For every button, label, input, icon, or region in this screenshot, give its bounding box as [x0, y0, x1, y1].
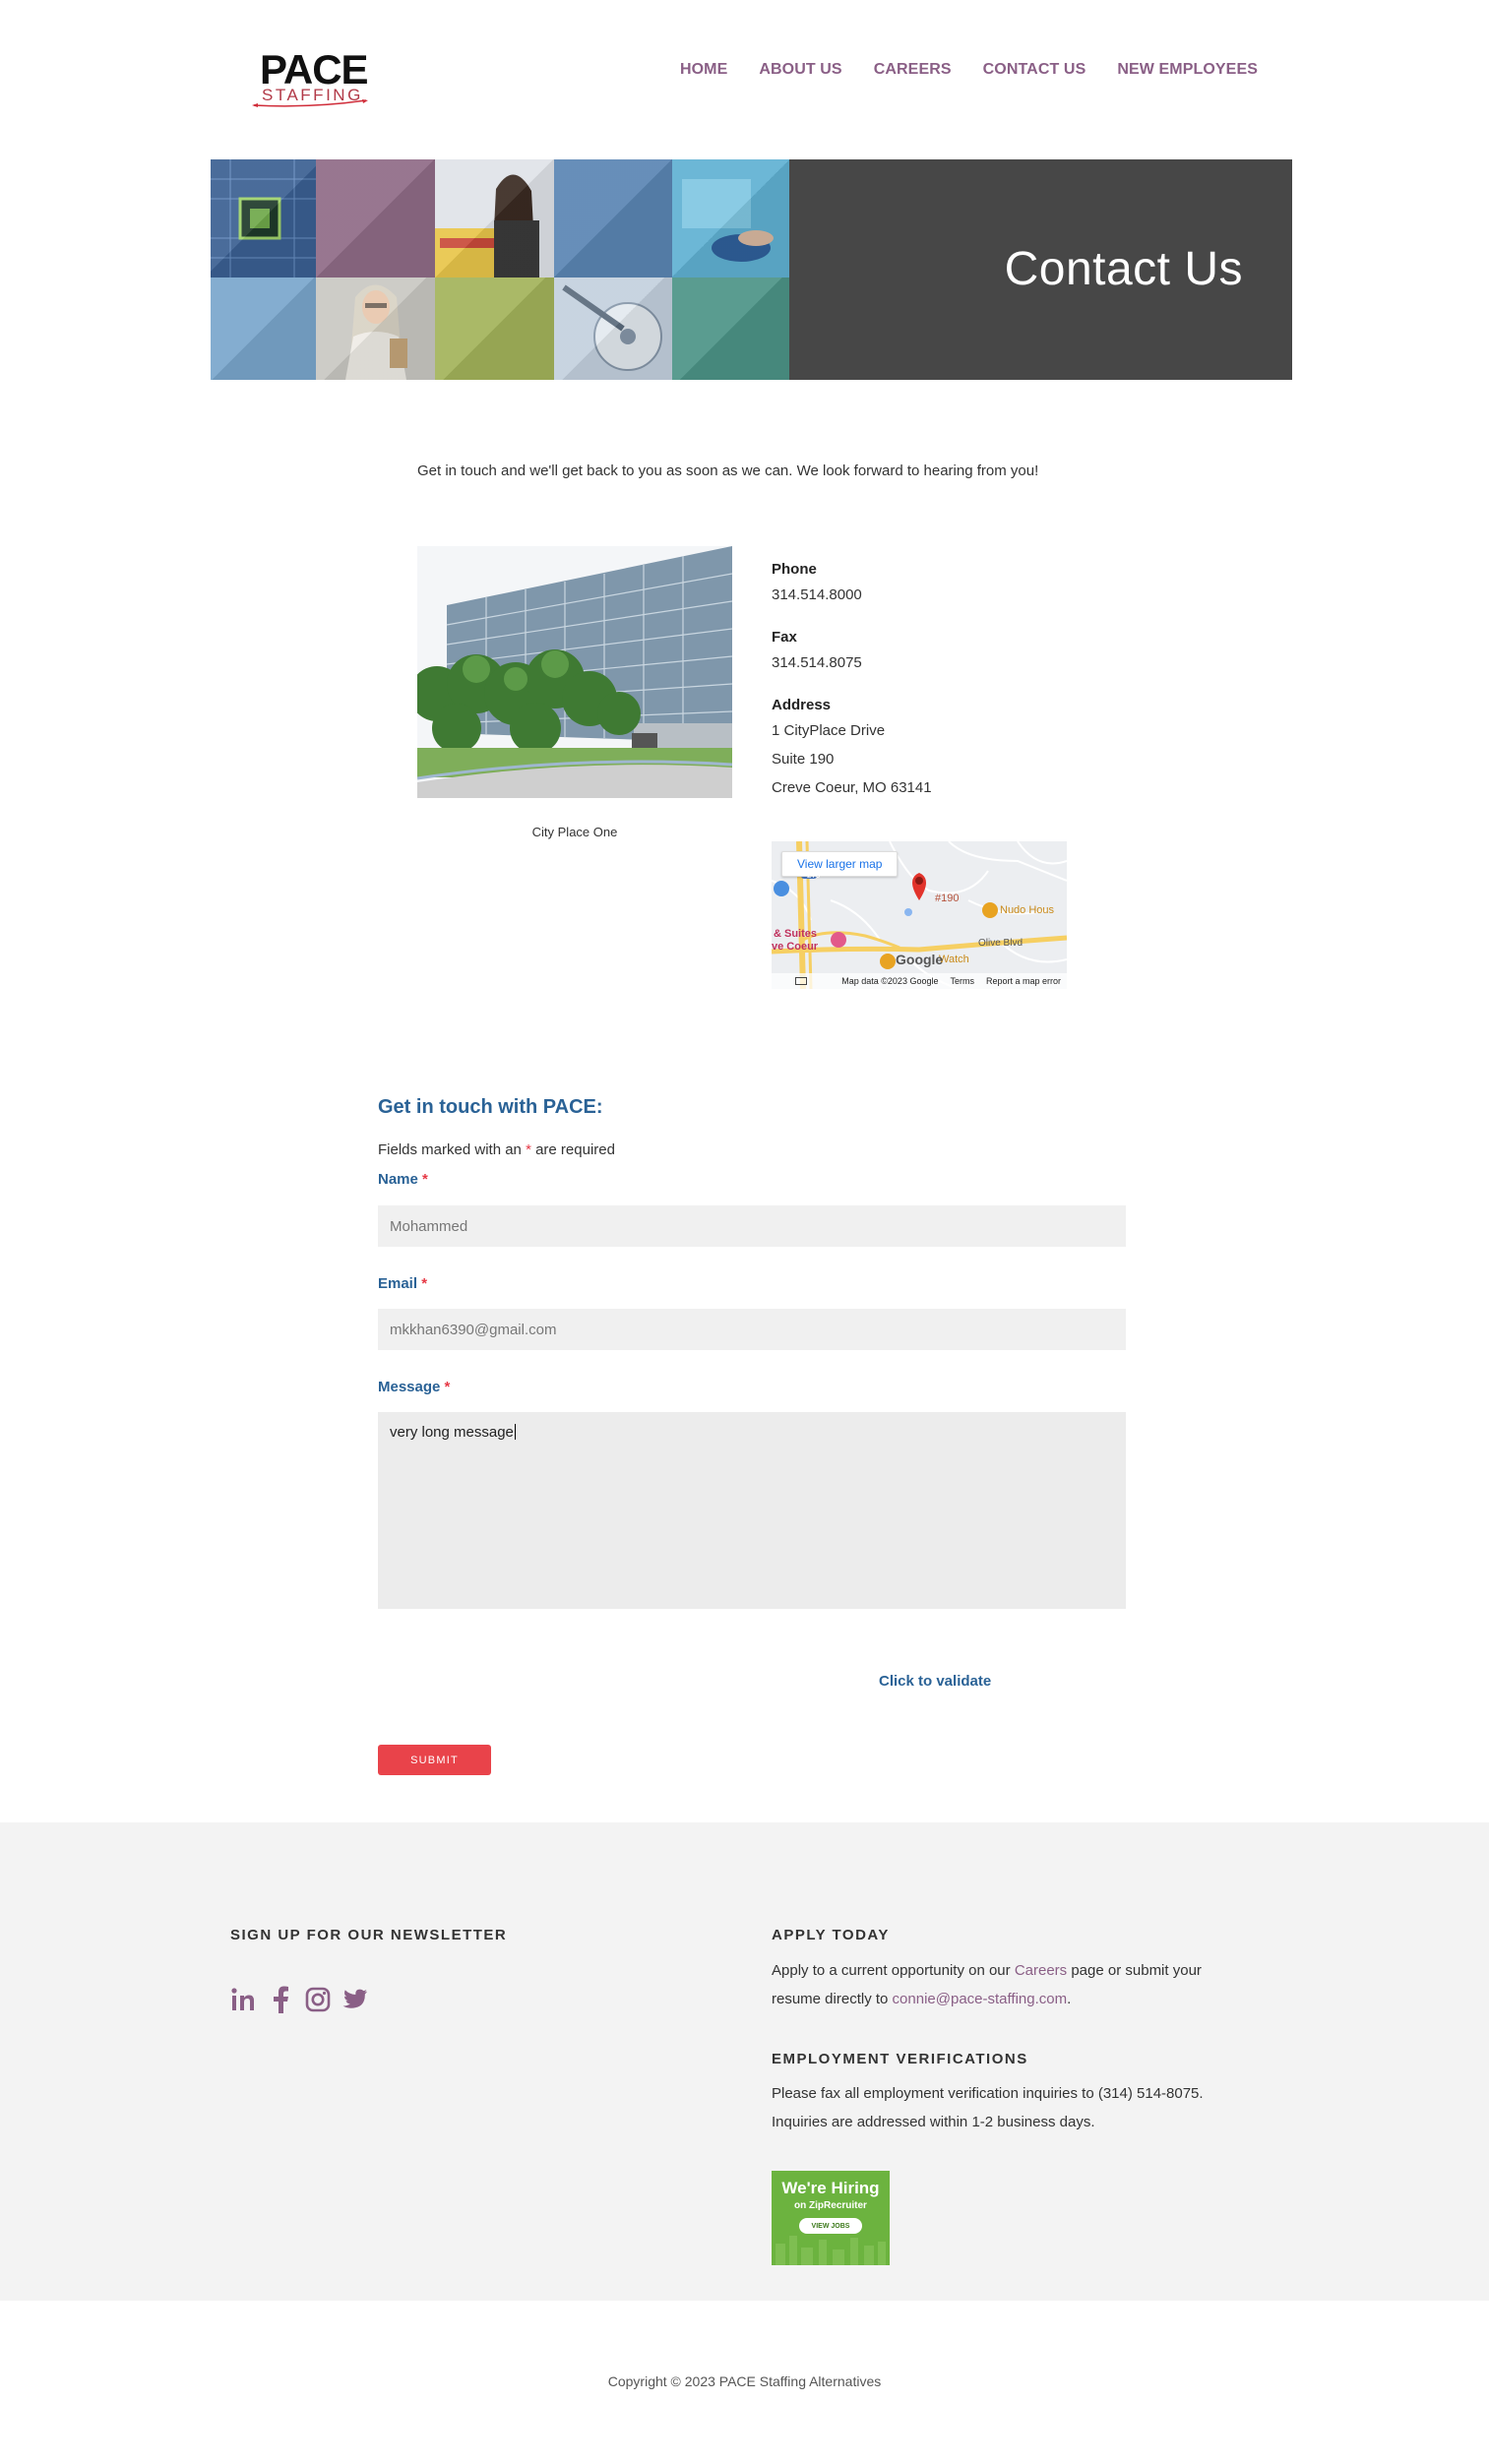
hero-banner: Contact Us	[211, 159, 1292, 380]
mosaic-tile-circuit	[211, 159, 316, 277]
map-report-link[interactable]: Report a map error	[986, 976, 1061, 986]
required-star: *	[422, 1171, 428, 1188]
mosaic-tile-blue	[554, 159, 672, 277]
highway-shield: 270	[807, 871, 821, 880]
required-star: *	[444, 1379, 451, 1395]
text-cursor	[514, 1424, 516, 1440]
mosaic-tile-hard-drive	[554, 277, 672, 380]
address-line-3: Creve Coeur, MO 63141	[772, 779, 932, 796]
intro-text: Get in touch and we'll get back to you a…	[417, 462, 1039, 479]
required-note-text: Fields marked with an	[378, 1141, 527, 1158]
message-label: Message *	[378, 1379, 450, 1395]
map-footer: Map data ©2023 Google Terms Report a map…	[772, 973, 1067, 989]
apply-heading: APPLY TODAY	[772, 1927, 890, 1943]
map-place-watch: Watch	[939, 954, 969, 965]
main-nav: HOME ABOUT US CAREERS CONTACT US NEW EMP…	[680, 61, 1258, 79]
mosaic-tile-purple	[316, 159, 435, 277]
address-line-2: Suite 190	[772, 751, 835, 768]
map-place-suites: & Suites	[774, 928, 818, 940]
google-logo: Google	[896, 952, 944, 967]
facebook-icon[interactable]	[268, 1986, 293, 2013]
name-field[interactable]: Mohammed	[378, 1205, 1126, 1247]
page-title: Contact Us	[1004, 243, 1243, 295]
map-pin-label: #190	[935, 893, 960, 904]
message-textarea[interactable]: very long message	[378, 1412, 1126, 1609]
copyright: Copyright © 2023 PACE Staffing Alternati…	[607, 2373, 882, 2389]
mosaic-tile-teal	[672, 277, 789, 380]
phone-number: 314.514.8000	[772, 586, 862, 603]
careers-link[interactable]: Careers	[1015, 1962, 1067, 1979]
address-line-1: 1 CityPlace Drive	[772, 722, 886, 739]
map-place-coeur: ve Coeur	[772, 941, 819, 953]
keyboard-icon[interactable]	[795, 977, 807, 985]
mosaic-tile-light-blue	[211, 277, 316, 380]
mosaic-tile-green	[435, 277, 554, 380]
view-jobs-button[interactable]: VIEW JOBS	[799, 2218, 862, 2234]
apply-text-2: page or submit your	[1067, 1962, 1202, 1979]
verifications-heading: EMPLOYMENT VERIFICATIONS	[772, 2051, 1028, 2067]
email-label: Email *	[378, 1275, 427, 1292]
twitter-icon[interactable]	[342, 1986, 368, 2013]
site-header: PACE STAFFING HOME ABOUT US CAREERS CONT…	[0, 0, 1489, 157]
mosaic-tile-hands-tablet	[672, 159, 789, 277]
nav-new-employees[interactable]: NEW EMPLOYEES	[1117, 61, 1258, 79]
apply-text-3: resume directly to	[772, 1991, 893, 2007]
phone-label: Phone	[772, 561, 817, 578]
phone-group: Phone 314.514.8000	[772, 559, 1086, 609]
apply-text: Apply to a current opportunity on our Ca…	[772, 1956, 1283, 2013]
required-note: Fields marked with an * are required	[378, 1141, 615, 1158]
zip-hiring-text: We're Hiring	[781, 2179, 880, 2197]
name-label-text: Name	[378, 1171, 418, 1188]
site-footer: SIGN UP FOR OUR NEWSLETTER APPLY TODAY A…	[0, 1822, 1489, 2301]
map-attribution: Map data ©2023 Google	[841, 976, 939, 986]
nav-careers[interactable]: CAREERS	[874, 61, 952, 79]
nav-home[interactable]: HOME	[680, 61, 727, 79]
fax-number: 314.514.8075	[772, 654, 862, 671]
email-link[interactable]: connie@pace-staffing.com	[893, 1991, 1068, 2007]
form-title: Get in touch with PACE:	[378, 1096, 603, 1118]
view-larger-map-button[interactable]: View larger map	[781, 851, 899, 877]
verifications-line-1: Please fax all employment verification i…	[772, 2085, 1204, 2102]
map-street-olive: Olive Blvd	[978, 938, 1024, 949]
map-place-nudo: Nudo Hous	[1000, 904, 1055, 916]
nav-contact-us[interactable]: CONTACT US	[983, 61, 1086, 79]
mosaic-tile-woman-glasses	[316, 277, 435, 380]
office-caption: City Place One	[531, 825, 618, 839]
office-building-photo	[417, 546, 732, 798]
captcha-validate-link[interactable]: Click to validate	[879, 1673, 991, 1690]
nav-about-us[interactable]: ABOUT US	[759, 61, 841, 79]
submit-button[interactable]: SUBMIT	[378, 1745, 491, 1775]
address-label: Address	[772, 697, 832, 713]
name-label: Name *	[378, 1171, 428, 1188]
message-text: very long message	[390, 1424, 514, 1441]
logo-swoosh	[252, 99, 368, 107]
contact-info: Phone 314.514.8000 Fax 314.514.8075 Addr…	[772, 559, 1086, 820]
fax-group: Fax 314.514.8075	[772, 627, 1086, 677]
ziprecruiter-badge[interactable]: We're Hiring on ZipRecruiter VIEW JOBS	[772, 2171, 890, 2265]
linkedin-icon[interactable]	[230, 1986, 256, 2013]
email-label-text: Email	[378, 1275, 418, 1292]
hero-mosaic-image	[211, 159, 789, 380]
required-star: *	[421, 1275, 428, 1292]
email-field[interactable]: mkkhan6390@gmail.com	[378, 1309, 1126, 1350]
fax-label: Fax	[772, 629, 797, 646]
verifications-text: Please fax all employment verification i…	[772, 2079, 1283, 2136]
google-map-embed[interactable]: View larger map 270 #190 Nudo Hous Olive…	[772, 841, 1067, 989]
required-note-text-end: are required	[530, 1141, 615, 1158]
zip-on-text: on ZipRecruiter	[794, 2200, 867, 2211]
map-terms-link[interactable]: Terms	[950, 976, 974, 986]
verifications-line-2: Inquiries are addressed within 1-2 busin…	[772, 2114, 1095, 2130]
apply-text-4: .	[1067, 1991, 1072, 2007]
instagram-icon[interactable]	[305, 1986, 331, 2013]
newsletter-heading: SIGN UP FOR OUR NEWSLETTER	[230, 1927, 508, 1943]
social-links	[230, 1986, 368, 2013]
pace-staffing-logo[interactable]: PACE STAFFING	[252, 47, 370, 108]
mosaic-tile-woman-laptop	[435, 159, 554, 277]
message-label-text: Message	[378, 1379, 441, 1395]
apply-text-1: Apply to a current opportunity on our	[772, 1962, 1015, 1979]
address-group: Address 1 CityPlace Drive Suite 190 Crev…	[772, 695, 1086, 802]
